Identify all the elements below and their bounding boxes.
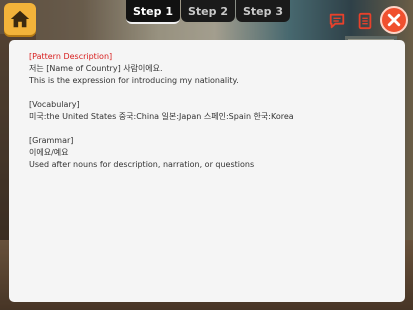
grammar-explanation: Used after nouns for description, narrat… [29,160,255,169]
vocabulary-list: 미국:the United States 중국:China 일본:Japan 스… [29,112,294,121]
grammar-section: [Grammar] 이에요/예요 Used after nouns for de… [29,135,391,171]
vocabulary-section: [Vocabulary] 미국:the United States 중국:Chi… [29,99,391,123]
tab-step-1[interactable]: Step 1 [126,0,180,24]
chat-bubble-icon [329,13,345,29]
home-button[interactable] [4,3,36,35]
pattern-description-title: [Pattern Description] [29,52,113,61]
close-x-icon [387,13,401,27]
pattern-info-panel: [Pattern Description] 저는 [Name of Countr… [9,40,405,302]
vocabulary-title: [Vocabulary] [29,100,80,109]
close-button[interactable] [380,6,408,34]
tab-step-2[interactable]: Step 2 [181,0,235,22]
grammar-title: [Grammar] [29,136,74,145]
pattern-explanation: This is the expression for introducing m… [29,76,239,85]
grammar-form: 이에요/예요 [29,148,69,157]
document-list-icon [358,12,372,30]
tab-step-3[interactable]: Step 3 [236,0,290,22]
pattern-sentence: 저는 [Name of Country] 사람이에요. [29,64,163,73]
script-button[interactable] [355,11,375,31]
pattern-description-section: [Pattern Description] 저는 [Name of Countr… [29,51,391,87]
chat-button[interactable] [327,11,347,31]
step-tabs: Step 1 Step 2 Step 3 [126,0,291,24]
home-icon [10,10,30,28]
